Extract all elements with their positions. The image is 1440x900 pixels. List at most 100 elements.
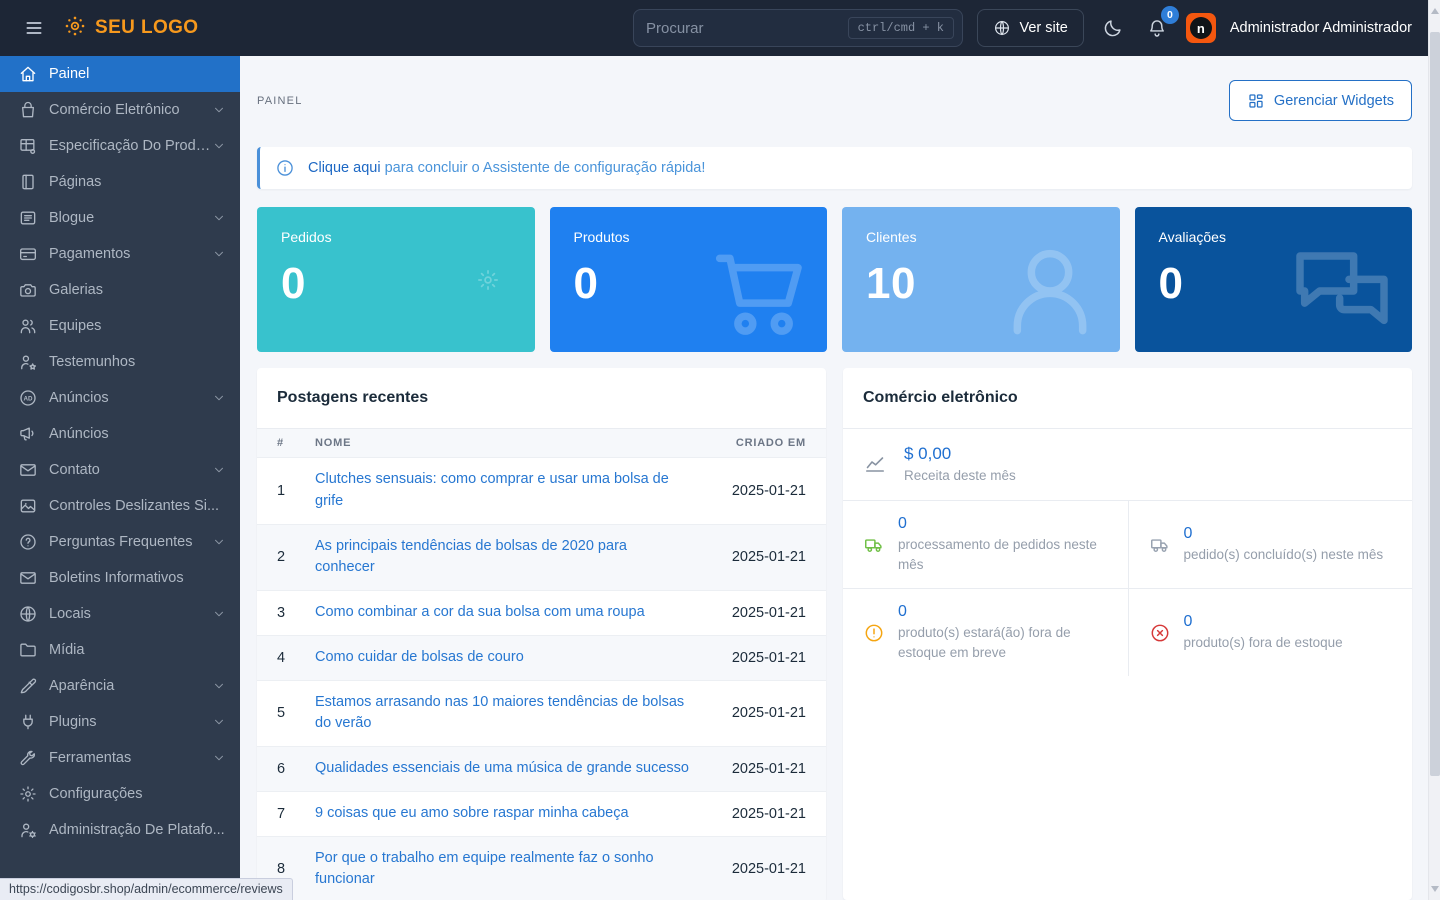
world-icon — [18, 604, 38, 624]
ecommerce-stat-value[interactable]: 0 — [1184, 525, 1384, 543]
sidebar-item-label: Testemunhos — [49, 354, 226, 370]
sidebar-item-label: Locais — [49, 606, 212, 622]
sidebar-item-com-rcio-eletr-nico[interactable]: Comércio Eletrônico — [0, 92, 240, 128]
manage-widgets-button[interactable]: Gerenciar Widgets — [1229, 80, 1412, 121]
post-created-date: 2025-01-21 — [714, 458, 826, 525]
stat-card-clientes[interactable]: Clientes10 — [842, 207, 1120, 352]
sidebar-item-label: Mídia — [49, 642, 226, 658]
user-cog-icon — [18, 820, 38, 840]
sidebar-menu: PainelComércio EletrônicoEspecificação D… — [0, 56, 240, 848]
post-link[interactable]: Como combinar a cor da sua bolsa com uma… — [315, 604, 645, 620]
sidebar-item-label: Administração De Platafo... — [49, 822, 226, 838]
ecommerce-stat-value[interactable]: 0 — [898, 603, 1110, 621]
notifications-button[interactable]: 0 — [1142, 13, 1172, 43]
user-name[interactable]: Administrador Administrador — [1230, 20, 1412, 36]
article-icon — [18, 208, 38, 228]
post-created-date: 2025-01-21 — [714, 635, 826, 680]
ecommerce-title: Comércio eletrônico — [863, 389, 1018, 407]
sidebar-item-plugins[interactable]: Plugins — [0, 704, 240, 740]
sidebar-item-label: Páginas — [49, 174, 226, 190]
plug-icon — [18, 712, 38, 732]
sidebar-item-an-ncios[interactable]: Anúncios — [0, 416, 240, 452]
sidebar-item-blogue[interactable]: Blogue — [0, 200, 240, 236]
dark-mode-toggle[interactable] — [1098, 13, 1128, 43]
breadcrumb: PAINEL — [257, 95, 303, 107]
sidebar-item-controles-deslizantes-si[interactable]: Controles Deslizantes Si... — [0, 488, 240, 524]
page-scrollbar[interactable] — [1428, 0, 1440, 900]
table-row: 6Qualidades essenciais de uma música de … — [257, 747, 826, 792]
users-icon — [18, 316, 38, 336]
topbar: SEU LOGO ctrl/cmd + k Ver site 0 n Admin… — [0, 0, 1440, 56]
recent-posts-title: Postagens recentes — [277, 389, 428, 407]
table-row: 79 coisas que eu amo sobre raspar minha … — [257, 791, 826, 836]
table-row: 5Estamos arrasando nas 10 maiores tendên… — [257, 680, 826, 747]
sidebar-item-especifica-o-do-produto[interactable]: Especificação Do Produto — [0, 128, 240, 164]
sidebar-item-galerias[interactable]: Galerias — [0, 272, 240, 308]
post-link[interactable]: As principais tendências de bolsas de 20… — [315, 538, 627, 576]
revenue-row: $ 0,00 Receita deste mês — [843, 429, 1412, 501]
sidebar-item-apar-ncia[interactable]: Aparência — [0, 668, 240, 704]
sidebar-item-perguntas-frequentes[interactable]: Perguntas Frequentes — [0, 524, 240, 560]
ecommerce-stat-cell: 0produto(s) estará(ão) fora de estoque e… — [843, 588, 1128, 676]
post-link[interactable]: Qualidades essenciais de uma música de g… — [315, 760, 689, 776]
scroll-down-arrow[interactable] — [1431, 886, 1439, 892]
sidebar-item-pagamentos[interactable]: Pagamentos — [0, 236, 240, 272]
sidebar-item-label: Ferramentas — [49, 750, 212, 766]
sidebar-item-label: Perguntas Frequentes — [49, 534, 212, 550]
post-number: 1 — [257, 458, 315, 525]
sidebar-item-p-ginas[interactable]: Páginas — [0, 164, 240, 200]
sidebar-item-m-dia[interactable]: Mídia — [0, 632, 240, 668]
sidebar-item-label: Blogue — [49, 210, 212, 226]
credit-card-icon — [18, 244, 38, 264]
sidebar-item-an-ncios[interactable]: ADAnúncios — [0, 380, 240, 416]
sidebar-item-configura-es[interactable]: Configurações — [0, 776, 240, 812]
revenue-value[interactable]: $ 0,00 — [904, 444, 1016, 464]
search-input[interactable] — [646, 20, 848, 37]
app-logo[interactable]: SEU LOGO — [62, 13, 199, 44]
scroll-up-arrow[interactable] — [1431, 8, 1439, 14]
ecommerce-stat-value[interactable]: 0 — [1184, 613, 1343, 631]
revenue-caption: Receita deste mês — [904, 468, 1016, 483]
post-link[interactable]: Clutches sensuais: como comprar e usar u… — [315, 471, 669, 509]
post-link[interactable]: Por que o trabalho em equipe realmente f… — [315, 850, 654, 888]
post-link[interactable]: Como cuidar de bolsas de couro — [315, 649, 524, 665]
link-preview-statusbar: https://codigosbr.shop/admin/ecommerce/r… — [0, 878, 293, 900]
chevron-down-icon — [212, 247, 226, 261]
sidebar-item-ferramentas[interactable]: Ferramentas — [0, 740, 240, 776]
stat-card-produtos[interactable]: Produtos0 — [550, 207, 828, 352]
sidebar-item-locais[interactable]: Locais — [0, 596, 240, 632]
ecommerce-stat-caption: processamento de pedidos neste mês — [898, 535, 1110, 574]
chevron-down-icon — [212, 607, 226, 621]
sidebar-item-label: Galerias — [49, 282, 226, 298]
post-link[interactable]: 9 coisas que eu amo sobre raspar minha c… — [315, 805, 629, 821]
setup-wizard-link[interactable]: Clique aqui — [308, 160, 381, 176]
sidebar-item-equipes[interactable]: Equipes — [0, 308, 240, 344]
sidebar-item-administra-o-de-platafo[interactable]: Administração De Platafo... — [0, 812, 240, 848]
post-link[interactable]: Estamos arrasando nas 10 maiores tendênc… — [315, 694, 684, 732]
sidebar-item-painel[interactable]: Painel — [0, 56, 240, 92]
ecommerce-stat-value[interactable]: 0 — [898, 515, 1110, 533]
sidebar-item-testemunhos[interactable]: Testemunhos — [0, 344, 240, 380]
user-avatar[interactable]: n — [1186, 13, 1216, 43]
view-site-button[interactable]: Ver site — [977, 9, 1084, 47]
scrollbar-thumb[interactable] — [1430, 32, 1440, 776]
global-search[interactable]: ctrl/cmd + k — [633, 9, 963, 47]
sidebar-item-label: Equipes — [49, 318, 226, 334]
sidebar-item-contato[interactable]: Contato — [0, 452, 240, 488]
avatar-letter: n — [1190, 17, 1212, 39]
mail-icon — [18, 460, 38, 480]
truck-icon — [1149, 534, 1171, 556]
sidebar-item-label: Anúncios — [49, 426, 226, 442]
stat-card-avalia-es[interactable]: Avaliações0 — [1135, 207, 1413, 352]
chevron-down-icon — [212, 679, 226, 693]
menu-toggle-icon[interactable] — [16, 10, 52, 46]
post-number: 6 — [257, 747, 315, 792]
sidebar-item-boletins-informativos[interactable]: Boletins Informativos — [0, 560, 240, 596]
stat-card-pedidos[interactable]: Pedidos0 — [257, 207, 535, 352]
search-shortcut: ctrl/cmd + k — [848, 17, 954, 39]
post-number: 3 — [257, 591, 315, 636]
truck-icon — [863, 534, 885, 556]
photo-icon — [18, 496, 38, 516]
sidebar-item-label: Aparência — [49, 678, 212, 694]
post-number: 5 — [257, 680, 315, 747]
